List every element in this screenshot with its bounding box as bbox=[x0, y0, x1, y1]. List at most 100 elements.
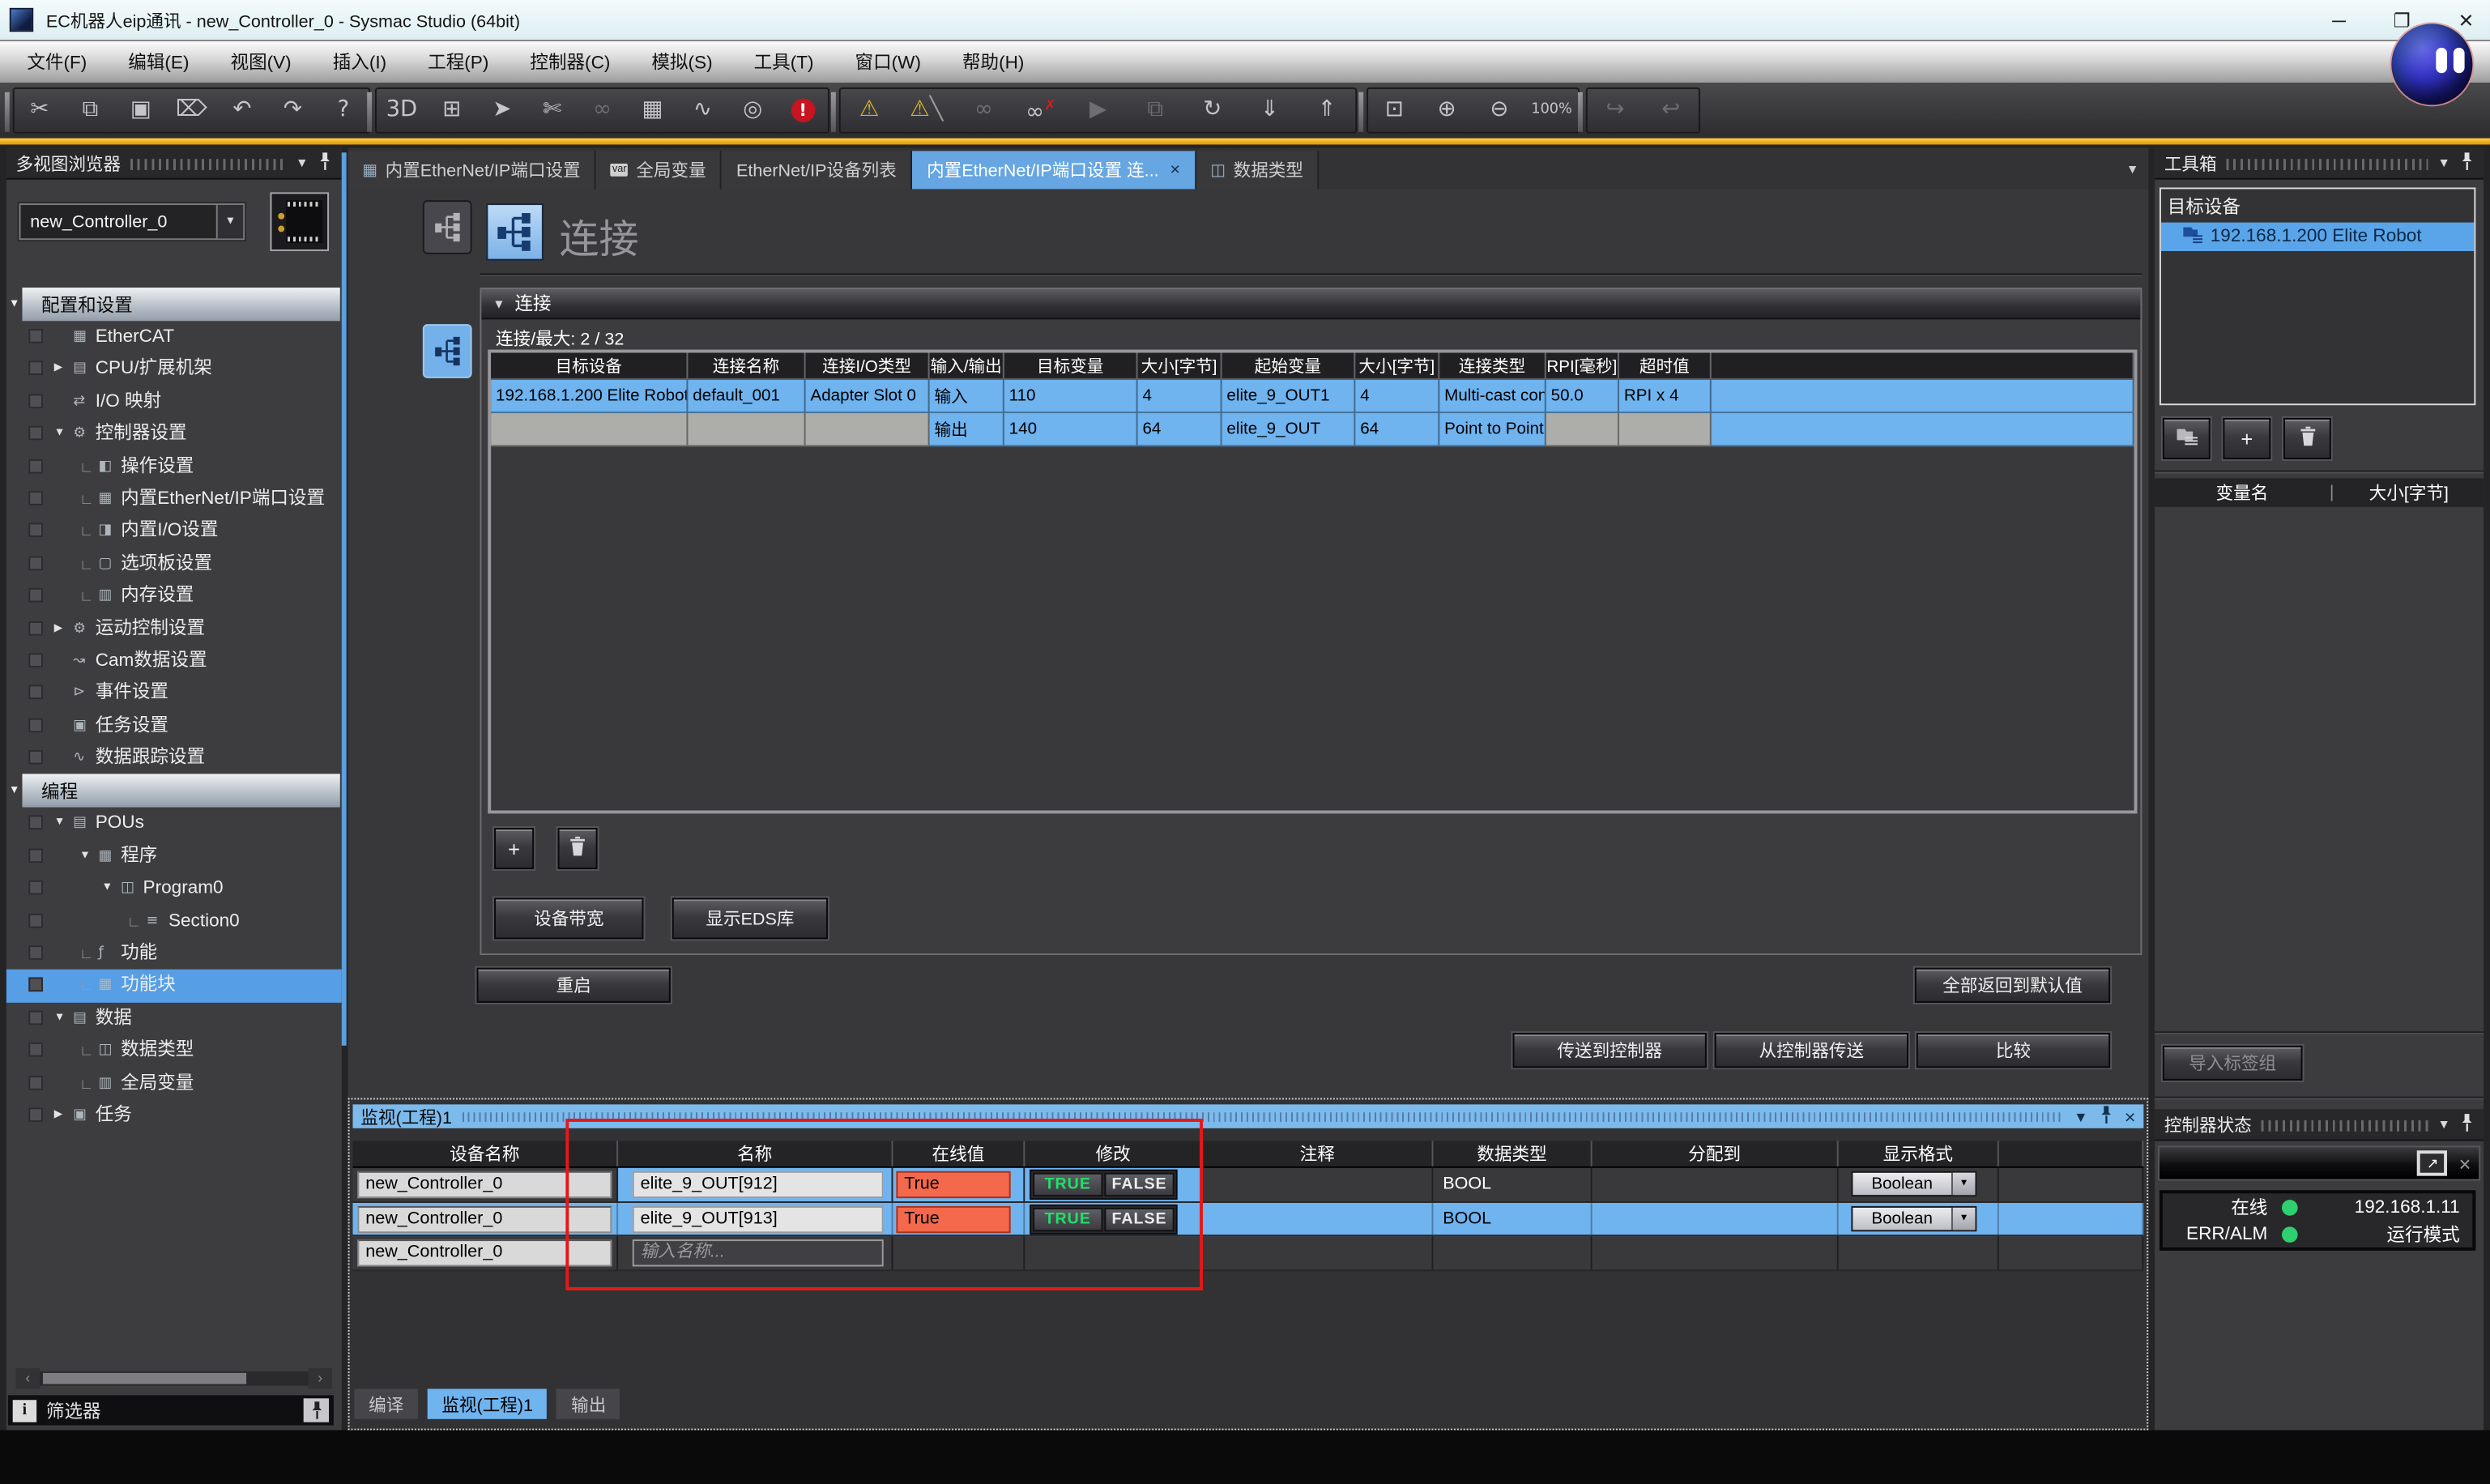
tab-内置EtherNet/IP端口设置 连...[interactable]: 内置EtherNet/IP端口设置 连...× bbox=[912, 151, 1196, 189]
tab-list-chevron-icon[interactable]: ▼ bbox=[2126, 162, 2139, 177]
cell-RPI[毫秒][interactable] bbox=[1546, 413, 1619, 446]
redo-icon[interactable]: ↷ bbox=[267, 87, 318, 134]
collapse-icon[interactable]: ▼ bbox=[6, 786, 23, 797]
panel-splitter[interactable] bbox=[342, 152, 347, 1045]
bottom-tab-监视(工程)1[interactable]: 监视(工程)1 bbox=[428, 1389, 548, 1419]
drag-grip[interactable] bbox=[130, 159, 286, 170]
bottom-tab-输出[interactable]: 输出 bbox=[556, 1389, 620, 1419]
sidebar-item-事件设置[interactable]: ⊳事件设置 bbox=[6, 677, 342, 710]
close-icon[interactable]: ✕ bbox=[2458, 9, 2475, 31]
cell-assigned[interactable] bbox=[1592, 1202, 1839, 1235]
close-icon[interactable]: × bbox=[2125, 1105, 2136, 1127]
menu-插入(I)[interactable]: 插入(I) bbox=[312, 41, 407, 83]
column-输入/输出[interactable]: 输入/输出 bbox=[930, 352, 1004, 377]
undo-icon[interactable]: ↶ bbox=[217, 87, 267, 134]
device-page-icon[interactable] bbox=[423, 200, 472, 254]
io-wiring-icon[interactable]: ∿ bbox=[677, 87, 727, 134]
column-连接名称[interactable]: 连接名称 bbox=[688, 352, 805, 377]
restore-defaults-button[interactable]: 全部返回到默认值 bbox=[1915, 968, 2110, 1003]
cell-comment[interactable] bbox=[1203, 1168, 1433, 1201]
fit-zoom-icon[interactable]: ⊡ bbox=[1368, 87, 1421, 134]
menu-工程(P)[interactable]: 工程(P) bbox=[407, 41, 510, 83]
error-list-icon[interactable]: ! bbox=[778, 87, 828, 134]
menu-控制器(C)[interactable]: 控制器(C) bbox=[510, 41, 631, 83]
cell-assigned[interactable] bbox=[1592, 1168, 1839, 1201]
column-连接I/O类型[interactable]: 连接I/O类型 bbox=[806, 352, 930, 377]
warning-online-icon[interactable]: ⚠ bbox=[841, 87, 898, 134]
show-eds-library-button[interactable]: 显示EDS库 bbox=[672, 898, 828, 939]
sidebar-item-I/O 映射[interactable]: ⇄I/O 映射 bbox=[6, 386, 342, 418]
sidebar-item-Program0[interactable]: ▼◫Program0 bbox=[6, 872, 342, 905]
display-format-select[interactable]: Boolean▼ bbox=[1851, 1171, 1976, 1196]
sidebar-item-任务设置[interactable]: ▣任务设置 bbox=[6, 710, 342, 742]
cell-大小[字节][interactable]: 4 bbox=[1138, 380, 1222, 413]
cell-连接名称[interactable]: default_001 bbox=[688, 380, 805, 413]
scroll-right-icon[interactable]: › bbox=[309, 1368, 332, 1389]
sidebar-item-数据类型[interactable]: ∟◫数据类型 bbox=[6, 1034, 342, 1067]
cell-目标变量[interactable]: 110 bbox=[1004, 380, 1138, 413]
cell-目标设备[interactable] bbox=[491, 413, 688, 446]
expand-icon[interactable]: ↗ bbox=[2418, 1150, 2448, 1175]
copy-icon[interactable]: ⧉ bbox=[65, 87, 115, 134]
cell-目标设备[interactable]: 192.168.1.200 Elite Robot bbox=[491, 380, 688, 413]
paste-icon[interactable]: ▣ bbox=[116, 87, 166, 134]
jump-back-icon[interactable]: ↩ bbox=[1643, 87, 1699, 134]
cell-大小[字节][interactable]: 64 bbox=[1355, 413, 1439, 446]
sidebar-item-功能块[interactable]: ∟▦功能块 bbox=[6, 970, 342, 1002]
chevron-down-icon[interactable]: ▼ bbox=[1951, 1173, 1975, 1195]
restart-button[interactable]: 重启 bbox=[477, 968, 671, 1003]
sidebar-item-全局变量[interactable]: ∟▥全局变量 bbox=[6, 1067, 342, 1099]
monitor-remove-icon[interactable]: ∞✗ bbox=[1013, 84, 1070, 136]
connection-section-header[interactable]: ▼ 连接 bbox=[481, 289, 2140, 319]
chevron-down-icon[interactable]: ▼ bbox=[2074, 1108, 2088, 1124]
close-tab-icon[interactable]: × bbox=[1170, 160, 1180, 180]
cell-起始变量[interactable]: elite_9_OUT bbox=[1222, 413, 1356, 446]
edit-pointer-icon[interactable]: ➤ bbox=[477, 87, 527, 134]
expanded-icon[interactable]: ▼ bbox=[79, 840, 91, 872]
jump-forward-icon[interactable]: ↪ bbox=[1588, 87, 1644, 134]
download-to-controller-icon[interactable]: ⇓ bbox=[1241, 87, 1298, 134]
pin-icon[interactable] bbox=[2099, 1104, 2113, 1128]
cell-连接名称[interactable] bbox=[688, 413, 805, 446]
tab-内置EtherNet/IP端口设置[interactable]: ▦内置EtherNet/IP端口设置 bbox=[348, 151, 597, 189]
sidebar-item-数据[interactable]: ▼▤数据 bbox=[6, 1002, 342, 1034]
sidebar-item-选项板设置[interactable]: ∟▢选项板设置 bbox=[6, 548, 342, 580]
cell-RPI[毫秒][interactable]: 50.0 bbox=[1546, 380, 1619, 413]
sidebar-item-运动控制设置[interactable]: ▶⚙运动控制设置 bbox=[6, 612, 342, 645]
drag-grip[interactable] bbox=[2261, 1120, 2428, 1132]
pin-icon[interactable] bbox=[2460, 150, 2475, 175]
sidebar-item-内存设置[interactable]: ∟▥内存设置 bbox=[6, 580, 342, 612]
cell-连接I/O类型[interactable] bbox=[806, 413, 930, 446]
sidebar-item-POUs[interactable]: ▼▤POUs bbox=[6, 808, 342, 840]
cell-comment[interactable] bbox=[1203, 1237, 1433, 1270]
sidebar-item-任务[interactable]: ▶▣任务 bbox=[6, 1099, 342, 1132]
cut-icon[interactable]: ✂ bbox=[15, 87, 65, 134]
display-format-select[interactable]: Boolean▼ bbox=[1851, 1206, 1976, 1231]
device-bandwidth-button[interactable]: 设备带宽 bbox=[494, 898, 643, 939]
explorer-horizontal-scrollbar[interactable]: ‹ › bbox=[16, 1368, 332, 1389]
cell-连接I/O类型[interactable]: Adapter Slot 0 bbox=[806, 380, 930, 413]
cell-输入/输出[interactable]: 输出 bbox=[930, 413, 1004, 446]
sidebar-item-程序[interactable]: ▼▦程序 bbox=[6, 840, 342, 872]
chevron-down-icon[interactable]: ▼ bbox=[2437, 1117, 2450, 1132]
sidebar-item-内置EtherNet/IP端口设置[interactable]: ∟▦内置EtherNet/IP端口设置 bbox=[6, 483, 342, 515]
column-大小[字节][interactable]: 大小[字节] bbox=[1138, 352, 1222, 377]
sidebar-item-Section0[interactable]: ∟≡Section0 bbox=[6, 905, 342, 937]
branch-cut-icon[interactable]: ✄ bbox=[527, 87, 578, 134]
add-device-button[interactable]: + bbox=[2223, 418, 2270, 459]
connection-page-icon[interactable] bbox=[423, 324, 472, 378]
sidebar-item-操作设置[interactable]: ∟◧操作设置 bbox=[6, 450, 342, 483]
menu-编辑(E)[interactable]: 编辑(E) bbox=[108, 41, 210, 83]
cell-目标变量[interactable]: 140 bbox=[1004, 413, 1138, 446]
watch-glasses-icon[interactable]: ∞ bbox=[578, 87, 628, 134]
tab-数据类型[interactable]: ◫数据类型 bbox=[1196, 151, 1320, 189]
column-分配到[interactable]: 分配到 bbox=[1592, 1141, 1839, 1166]
monitor-glasses-icon[interactable]: ∞ bbox=[955, 87, 1013, 134]
collapse-icon[interactable]: ▼ bbox=[492, 296, 505, 311]
controller-select[interactable]: new_Controller_0 ▼ bbox=[19, 203, 245, 240]
column-RPI[毫秒][interactable]: RPI[毫秒] bbox=[1546, 352, 1619, 377]
program-transfer-icon[interactable]: ⧉ bbox=[1127, 87, 1184, 134]
warning-masked-icon[interactable]: ⚠╲ bbox=[898, 87, 955, 134]
tree-section-配置和设置[interactable]: ▼配置和设置 bbox=[6, 288, 342, 321]
target-device-item[interactable]: 192.168.1.200 Elite Robot bbox=[2161, 223, 2474, 251]
